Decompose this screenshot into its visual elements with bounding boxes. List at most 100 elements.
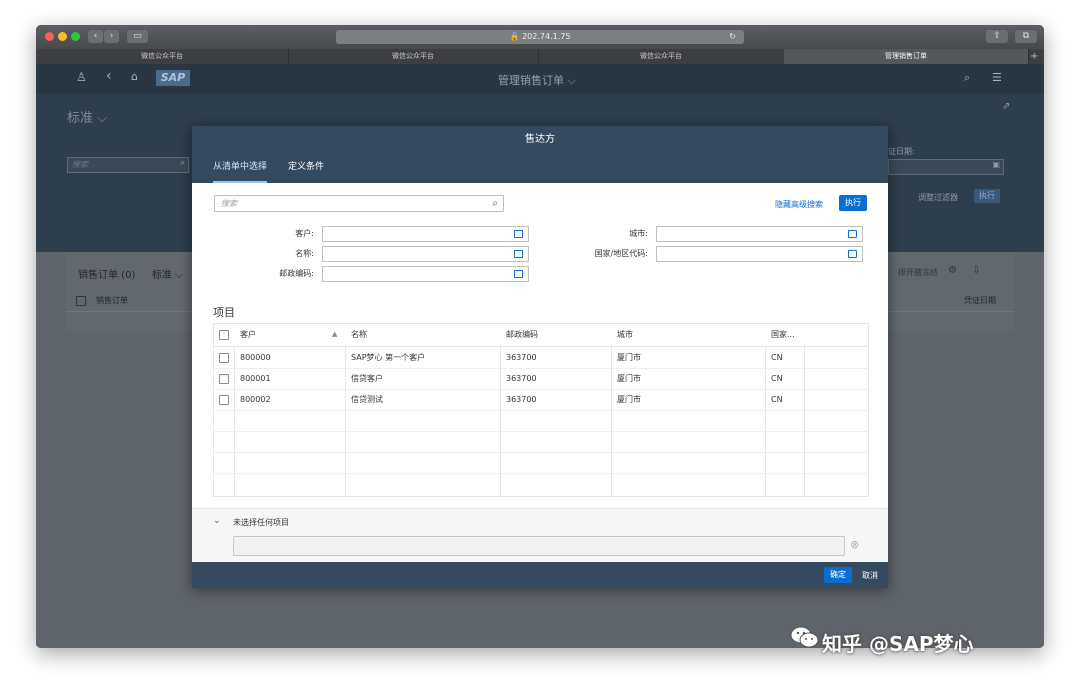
zoom-window-button[interactable] [71,32,80,41]
col-name[interactable]: 名称 [351,324,367,345]
url-text: 202.74.1.75 [522,32,571,41]
new-tab-icon[interactable]: + [1030,49,1038,64]
token-field[interactable] [233,536,845,556]
value-help-icon[interactable] [514,250,523,258]
forward-button[interactable]: › [104,30,119,43]
calendar-icon: ▣ [992,160,1000,169]
variant-selector[interactable]: 标准 ⌵ [67,107,107,126]
chevron-right-icon: › [109,31,114,41]
notifications-icon[interactable]: ☰ [992,71,1002,84]
dialog-footer: 确定 取消 [192,562,888,588]
table-variant-label: 标准 [152,270,172,281]
close-window-button[interactable] [45,32,54,41]
search-icon[interactable]: ⌕ [964,71,970,85]
share-icon[interactable]: ⇗ [1002,101,1010,112]
tab-strip: 微信公众平台 微信公众平台 微信公众平台 管理销售订单 + [36,49,1044,64]
search-placeholder: 搜索 [72,160,88,169]
table-variant[interactable]: 标准 ⌵ [152,266,183,281]
row-divider [214,431,868,432]
tabs-overview-button[interactable]: ⧉ [1015,30,1037,43]
table-header: 客户 ▲ 名称 邮政编码 城市 国家... [214,324,868,347]
tabs-icon: ⧉ [1022,31,1030,41]
minimize-window-button[interactable] [58,32,67,41]
postal-code-label: 邮政编码: [279,269,314,278]
select-all-checkbox[interactable] [76,296,86,306]
dialog-title: 售达方 [192,126,888,153]
row-divider [214,410,868,411]
country-code-label: 国家/地区代码: [594,249,648,258]
browser-tab-active[interactable]: 管理销售订单 [784,49,1029,64]
cell-country: CN [771,353,783,362]
select-all-checkbox[interactable] [219,330,229,340]
ok-button[interactable]: 确定 [824,567,852,583]
sidebar-toggle-button[interactable]: ▭ [127,30,148,43]
row-checkbox[interactable] [219,395,229,405]
selected-summary: 未选择任何项目 [233,518,289,527]
go-button[interactable]: 执行 [974,189,1000,203]
value-help-icon[interactable] [514,270,523,278]
table-row[interactable]: 800000 SAP梦心 第一个客户 363700 厦门市 CN [214,347,804,368]
app-title[interactable]: 管理销售订单 ⌵ [498,72,576,88]
value-help-icon[interactable] [848,250,857,258]
sidebar-icon: ▭ [133,31,142,41]
user-icon[interactable]: ♙ [76,70,87,84]
dialog-tabs: 从清单中选择 定义条件 [192,153,888,183]
name-label: 名称: [295,249,314,258]
settings-icon[interactable]: ⚙ [948,265,957,276]
cell-customer: 800000 [240,353,271,362]
row-divider [214,473,868,474]
customer-label: 客户: [295,229,314,238]
lock-icon: 🔒 [509,32,520,41]
browser-tab[interactable]: 微信公众平台 [538,49,785,64]
name-field[interactable] [322,246,529,262]
home-icon[interactable]: ⌂ [131,70,138,83]
cell-city: 厦门市 [617,353,641,362]
cell-country: CN [771,395,783,404]
tab-define-conditions[interactable]: 定义条件 [288,153,324,181]
city-label: 城市: [629,229,648,238]
col-document-date: 凭证日期 [964,296,996,305]
search-icon[interactable]: ⌕ [486,196,498,211]
document-date-input[interactable]: ▣ [888,159,1004,175]
wechat-logo-icon [790,624,820,650]
search-input[interactable]: 搜索 ⌕ [214,195,504,212]
value-help-dialog: 售达方 从清单中选择 定义条件 搜索 ⌕ 隐藏高级搜索 执行 客户: 名称: 邮… [192,126,888,588]
cell-customer: 800001 [240,374,271,383]
document-date-label: 证日期: [888,147,915,156]
shell-bar: ♙ ‹ ⌂ SAP 管理销售订单 ⌵ ⌕ ☰ [36,64,1044,94]
browser-tab[interactable]: 微信公众平台 [36,49,289,64]
hide-advanced-search-link[interactable]: 隐藏高级搜索 [775,199,823,210]
postal-code-field[interactable] [322,266,529,282]
browser-tab[interactable]: 微信公众平台 [288,49,539,64]
value-help-icon[interactable] [514,230,523,238]
row-divider [214,452,868,453]
dialog-body: 搜索 ⌕ 隐藏高级搜索 执行 客户: 名称: 邮政编码: 城市: 国家/地区代码… [192,183,888,508]
city-field[interactable] [656,226,863,242]
export-icon[interactable]: ⇩ [972,265,980,276]
row-checkbox[interactable] [219,374,229,384]
col-country[interactable]: 国家... [771,324,795,345]
row-checkbox[interactable] [219,353,229,363]
search-input[interactable]: 搜索 ⌕ [67,157,189,173]
col-city[interactable]: 城市 [617,324,633,345]
address-bar[interactable]: 🔒 202.74.1.75 ↻ [336,30,744,44]
country-code-field[interactable] [656,246,863,262]
customer-field[interactable] [322,226,529,242]
share-button[interactable]: ⇪ [986,30,1008,43]
back-button[interactable]: ‹ [88,30,103,43]
go-button[interactable]: 执行 [839,195,867,211]
title-bar: ‹ › ▭ 🔒 202.74.1.75 ↻ ⇪ ⧉ [36,25,1044,49]
table-row[interactable]: 800002 信贷测试 363700 厦门市 CN [214,389,804,410]
clear-icon[interactable]: ⊗ [850,538,859,551]
adapt-filters-button[interactable]: 调整过滤器 [918,192,958,203]
cancel-button[interactable]: 取消 [862,570,878,581]
reload-icon[interactable]: ↻ [729,30,736,44]
back-icon[interactable]: ‹ [106,68,112,84]
value-help-icon[interactable] [848,230,857,238]
col-customer[interactable]: 客户 [240,324,256,345]
cell-country: CN [771,374,783,383]
tab-select-from-list[interactable]: 从清单中选择 [213,153,268,183]
collapse-icon[interactable]: ⌄ [213,516,221,526]
table-row[interactable]: 800001 信贷客户 363700 厦门市 CN [214,368,804,389]
col-postal-code[interactable]: 邮政编码 [506,324,538,345]
